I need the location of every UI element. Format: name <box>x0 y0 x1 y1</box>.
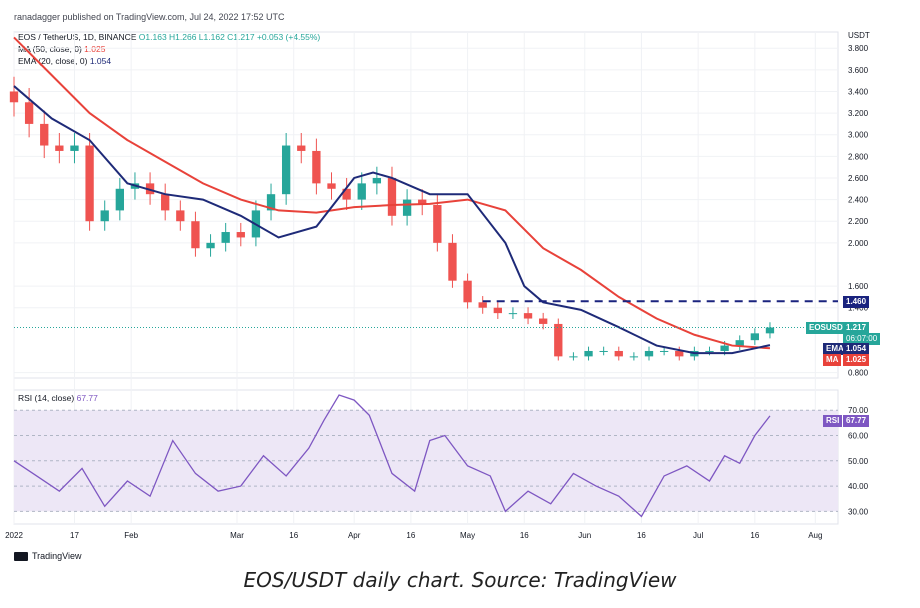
candle-body <box>750 333 760 341</box>
candle-body <box>40 123 49 146</box>
x-tick-label: May <box>460 531 475 540</box>
candle-body <box>55 145 64 151</box>
x-tick-label: Apr <box>348 531 361 540</box>
price-y-tick-label: 0.800 <box>848 369 869 378</box>
candle-body <box>100 210 109 222</box>
candle-body <box>161 194 170 211</box>
price-y-tick-label: 2.600 <box>848 174 869 183</box>
candle-body <box>236 232 245 238</box>
price-y-tick-label: 3.600 <box>848 66 869 75</box>
candle-body <box>705 350 714 352</box>
candle-body <box>206 242 215 249</box>
candle-body <box>629 356 639 358</box>
candle-body <box>191 221 200 249</box>
x-tick-label: Feb <box>124 531 138 540</box>
candle-body <box>554 323 563 357</box>
x-tick-label: 2022 <box>5 531 23 540</box>
candle-body <box>508 313 518 315</box>
candle-body <box>644 350 654 357</box>
rsi-y-tick-label: 40.00 <box>848 482 869 491</box>
rsi-band <box>14 410 838 512</box>
price-y-tick-label: 3.400 <box>848 87 869 96</box>
x-tick-label: 16 <box>637 531 646 540</box>
tradingview-logo[interactable]: TradingView <box>14 551 82 561</box>
candle-body <box>297 145 306 151</box>
candle-body <box>176 210 185 222</box>
rsi-tag-value: 67.77 <box>843 415 870 427</box>
rsi-y-tick-label: 60.00 <box>848 432 869 441</box>
candle-body <box>327 183 336 189</box>
candle-body <box>584 350 593 357</box>
candle-body <box>765 327 775 334</box>
candle-body <box>24 102 34 124</box>
tradingview-brand-text: TradingView <box>32 551 82 561</box>
rsi-y-tick-label: 30.00 <box>848 507 869 516</box>
candle-body <box>675 350 684 357</box>
candle-body <box>402 199 412 216</box>
candle-body <box>478 302 487 308</box>
candle-body <box>221 232 230 243</box>
price-y-tick-label: 2.400 <box>848 196 869 205</box>
level-tag: 1.460 <box>843 296 870 308</box>
x-tick-label: Jun <box>578 531 591 540</box>
rsi-y-tick-label: 70.00 <box>848 406 869 415</box>
x-tick-label: Mar <box>230 531 244 540</box>
price-y-tick-label: 1.600 <box>848 282 869 291</box>
x-tick-label: Jul <box>693 531 703 540</box>
x-tick-label: 16 <box>406 531 415 540</box>
x-tick-label: 17 <box>70 531 79 540</box>
candle-body <box>735 340 744 346</box>
candle-body <box>720 345 729 351</box>
candle-body <box>387 177 397 216</box>
price-y-tick-label: 3.800 <box>848 44 869 53</box>
x-tick-label: 16 <box>289 531 298 540</box>
rsi-tag-label: RSI <box>823 415 843 427</box>
x-tick-label: 16 <box>520 531 529 540</box>
price-y-tick-label: 2.000 <box>848 239 869 248</box>
candle-body <box>463 280 472 303</box>
figure-caption: EOS/USDT daily chart. Source: TradingVie… <box>243 568 677 592</box>
candle-body <box>599 350 608 352</box>
price-y-tick-label: 2.800 <box>848 152 869 161</box>
candle-body <box>659 350 669 352</box>
candle-body <box>493 307 502 314</box>
x-tick-label: 16 <box>750 531 759 540</box>
candle-body <box>448 242 457 281</box>
candle-body <box>115 188 124 211</box>
currency-label: USDT <box>848 31 870 40</box>
candle-body <box>312 150 321 184</box>
candle-body <box>9 91 19 103</box>
candle-body <box>569 356 578 358</box>
candle-body <box>523 313 533 319</box>
candle-body <box>281 145 291 195</box>
x-tick-label: Aug <box>808 531 822 540</box>
price-y-tick-label: 2.200 <box>848 217 869 226</box>
candle-body <box>70 145 79 151</box>
price-y-tick-label: 3.200 <box>848 109 869 118</box>
candle-body <box>85 145 94 222</box>
ma-tag-value: 1.025 <box>843 354 870 366</box>
candle-body <box>539 318 548 324</box>
price-y-tick-label: 3.000 <box>848 131 869 140</box>
ma-tag-label: MA <box>823 354 842 366</box>
tradingview-logo-icon <box>14 551 28 561</box>
rsi-y-tick-label: 50.00 <box>848 457 869 466</box>
chart-canvas[interactable]: 3.800 3.600 3.400 3.200 3.000 2.800 2.600 2.400… <box>0 0 920 545</box>
candle-body <box>614 350 623 357</box>
candle-body <box>357 183 366 200</box>
chart-frame: ranadagger published on TradingView.com,… <box>0 0 920 561</box>
candle-body <box>433 205 442 243</box>
candle-body <box>372 177 382 184</box>
